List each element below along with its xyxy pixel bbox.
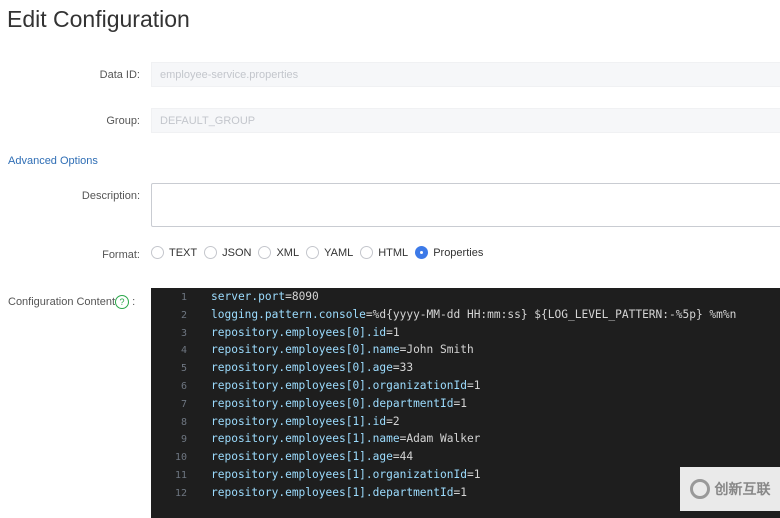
format-option-html[interactable]: HTML	[360, 246, 408, 259]
line-number: 4	[180, 345, 187, 357]
watermark-logo-icon	[689, 479, 710, 499]
advanced-options-link[interactable]: Advanced Options	[8, 155, 98, 167]
property-value: =1	[386, 325, 400, 339]
property-value: =1	[466, 468, 481, 481]
code-line: 5 repository.employees[0].age=33	[151, 359, 780, 377]
property-key: repository.employees[1].name	[211, 432, 400, 446]
code-text: server.port=8090	[211, 288, 319, 306]
code-line: 10 repository.employees[1].age=44	[151, 448, 780, 466]
line-number: 10	[174, 452, 187, 464]
help-icon[interactable]: ?	[115, 295, 130, 309]
radio-unchecked-icon[interactable]	[306, 246, 320, 259]
code-line: 3 repository.employees[0].id=1	[151, 324, 780, 342]
format-option-label: Properties	[433, 246, 484, 259]
line-number: 3	[180, 327, 187, 339]
radio-unchecked-icon[interactable]	[360, 246, 374, 259]
line-number: 6	[180, 381, 187, 392]
line-number: 8	[180, 416, 187, 428]
code-text: repository.employees[1].age=44	[211, 448, 413, 466]
property-value: =1	[453, 485, 467, 499]
code-text: repository.employees[0].name=John Smith	[211, 341, 474, 359]
description-input[interactable]	[151, 183, 780, 227]
line-number: 5	[180, 363, 187, 375]
label-colon: :	[132, 295, 136, 308]
format-option-label: TEXT	[169, 246, 198, 259]
format-option-label: XML	[276, 246, 300, 259]
description-label: Description:	[81, 190, 140, 202]
format-option-label: HTML	[378, 246, 409, 259]
property-key: repository.employees[0].departmentId	[211, 396, 454, 410]
property-key: repository.employees[1].age	[211, 450, 393, 464]
line-number: 11	[174, 470, 187, 481]
format-option-label: JSON	[222, 246, 252, 259]
property-value: =John Smith	[399, 343, 474, 357]
format-radio-group: TEXT JSON XML YAML HTML Properties	[151, 246, 490, 259]
property-key: repository.employees[0].name	[211, 343, 400, 357]
watermark-text: 创新互联	[714, 481, 771, 497]
data-id-label: Data ID:	[99, 69, 140, 81]
format-option-properties[interactable]: Properties	[415, 246, 483, 259]
line-number: 7	[180, 398, 187, 410]
property-value: =%d{yyyy-MM-dd HH:mm:ss} ${LOG_LEVEL_PAT…	[365, 307, 737, 321]
code-text: repository.employees[0].age=33	[211, 359, 413, 377]
code-text: logging.pattern.console=%d{yyyy-MM-dd HH…	[211, 306, 736, 324]
property-value: =8090	[285, 290, 319, 303]
property-key: repository.employees[1].departmentId	[211, 485, 454, 499]
property-value: =44	[392, 450, 414, 464]
line-number: 12	[174, 487, 187, 499]
code-text: repository.employees[1].departmentId=1	[211, 484, 467, 502]
format-option-yaml[interactable]: YAML	[306, 246, 353, 259]
code-line: 6 repository.employees[0].organizationId=…	[151, 377, 780, 395]
property-value: =1	[453, 396, 467, 410]
data-id-field[interactable]: employee-service.properties	[151, 62, 780, 87]
line-number: 1	[180, 292, 187, 303]
watermark-logo: 创新互联	[680, 467, 780, 511]
format-option-xml[interactable]: XML	[258, 246, 299, 259]
line-number: 2	[180, 309, 187, 321]
radio-checked-icon[interactable]	[415, 246, 429, 259]
radio-unchecked-icon[interactable]	[151, 246, 164, 259]
format-label: Format:	[102, 249, 140, 261]
property-key: repository.employees[0].organizationId	[211, 379, 467, 392]
code-text: repository.employees[0].id=1	[211, 324, 400, 342]
property-key: repository.employees[1].organizationId	[211, 468, 467, 481]
group-field[interactable]: DEFAULT_GROUP	[151, 108, 780, 133]
format-option-json[interactable]: JSON	[204, 246, 251, 259]
property-value: =2	[386, 414, 400, 428]
format-option-text[interactable]: TEXT	[151, 246, 197, 259]
property-key: server.port	[211, 290, 286, 303]
page-title: Edit Configuration	[7, 6, 190, 32]
code-text: repository.employees[1].id=2	[211, 413, 400, 431]
property-key: repository.employees[1].id	[211, 414, 387, 428]
code-text: repository.employees[0].departmentId=1	[211, 395, 467, 413]
property-key: repository.employees[0].age	[211, 361, 393, 375]
group-label: Group:	[106, 115, 140, 127]
property-key: repository.employees[0].id	[211, 325, 387, 339]
property-key: logging.pattern.console	[211, 307, 366, 321]
property-value: =33	[392, 361, 414, 375]
format-option-label: YAML	[324, 246, 354, 259]
property-value: =Adam Walker	[399, 432, 481, 446]
property-value: =1	[466, 379, 481, 392]
code-text: repository.employees[1].organizationId=1	[211, 466, 480, 484]
line-number: 9	[180, 434, 187, 446]
code-line: 4 repository.employees[0].name=John Smith	[151, 341, 780, 359]
code-line: 9 repository.employees[1].name=Adam Walke…	[151, 430, 780, 448]
code-line: 2 logging.pattern.console=%d{yyyy-MM-dd H…	[151, 306, 780, 324]
configuration-content-text: Configuration Content	[8, 295, 116, 308]
radio-unchecked-icon[interactable]	[204, 246, 218, 259]
code-text: repository.employees[0].organizationId=1	[211, 377, 480, 395]
code-line: 8 repository.employees[1].id=2	[151, 413, 780, 431]
code-text: repository.employees[1].name=Adam Walker	[211, 430, 480, 448]
radio-unchecked-icon[interactable]	[258, 246, 272, 259]
code-line: 7 repository.employees[0].departmentId=1	[151, 395, 780, 413]
configuration-content-label: Configuration Content? :	[8, 295, 135, 309]
code-line: 1 server.port=8090	[151, 288, 780, 306]
